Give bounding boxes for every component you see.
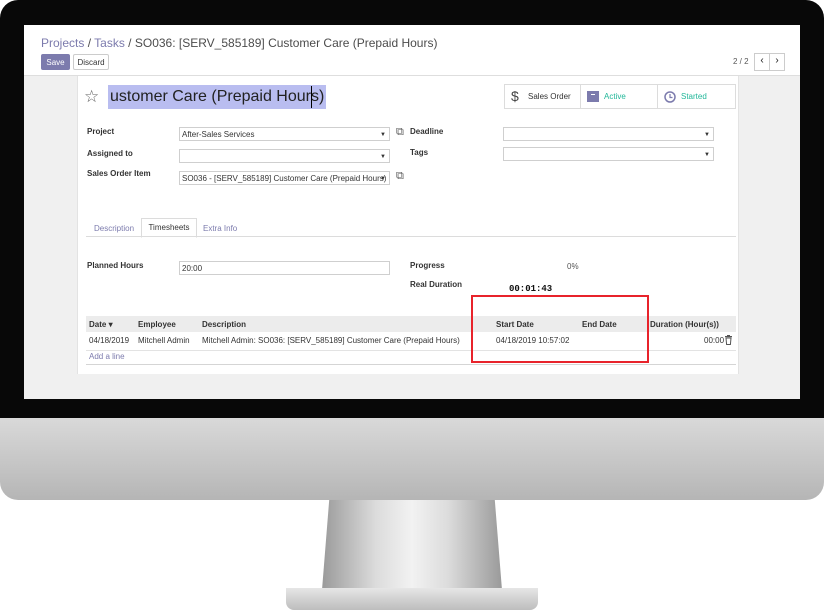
row-date[interactable]: 04/18/2019 [89,336,129,345]
breadcrumb: Projects / Tasks / SO036: [SERV_585189] … [41,36,437,50]
caret-down-icon: ▼ [704,132,710,138]
chevron-right-icon: › [775,55,779,66]
breadcrumb-tasks-link[interactable]: Tasks [94,36,125,50]
pager-next-button[interactable]: › [769,53,785,71]
breadcrumb-current: SO036: [SERV_585189] Customer Care (Prep… [134,36,438,50]
column-header-duration[interactable]: Duration (Hour(s)) [650,320,719,329]
archive-icon [587,91,599,102]
sales-order-button[interactable]: $ Sales Order [504,84,581,109]
real-duration-timer: 00:01:43 [509,284,553,294]
caret-down-icon: ▼ [704,152,710,158]
dollar-icon: $ [511,88,519,104]
star-icon[interactable]: ☆ [84,87,99,107]
row-employee[interactable]: Mitchell Admin [138,336,190,345]
tab-extra-info[interactable]: Extra Info [203,224,237,233]
discard-button[interactable]: Discard [73,54,109,70]
progress-value: 0% [567,262,579,271]
breadcrumb-projects-link[interactable]: Projects [41,36,84,50]
row-description[interactable]: Mitchell Admin: SO036: [SERV_585189] Cus… [202,336,460,345]
monitor-screen: Projects / Tasks / SO036: [SERV_585189] … [24,25,800,399]
save-button[interactable]: Save [41,54,70,70]
breadcrumb-separator: / [84,36,95,50]
monitor-stand-base [286,588,538,610]
active-toggle-button[interactable]: Active [580,84,658,109]
caret-down-icon: ▼ [380,176,386,182]
project-label: Project [87,127,115,136]
caret-down-icon: ▼ [380,154,386,160]
task-title-input[interactable]: ustomer Care (Prepaid Hours) [108,85,327,109]
clock-icon [664,91,676,103]
progress-label: Progress [410,261,445,270]
column-header-employee[interactable]: Employee [138,320,176,329]
sales-order-item-label: Sales Order Item [87,169,151,178]
deadline-input[interactable]: ▼ [503,127,714,141]
table-bottom-divider [86,364,736,365]
external-link-icon[interactable]: ⧉ [396,126,404,139]
assigned-to-label: Assigned to [87,149,133,158]
deadline-label: Deadline [410,127,444,136]
project-select[interactable]: After-Sales Services ▼ [179,127,390,141]
highlight-annotation-box [471,295,649,363]
tab-description[interactable]: Description [94,224,134,233]
chevron-left-icon: ‹ [760,55,764,66]
project-value: After-Sales Services [182,130,255,139]
tab-divider [86,236,736,237]
planned-hours-label: Planned Hours [87,261,144,270]
caret-down-icon: ▼ [380,132,386,138]
breadcrumb-separator: / [124,36,135,50]
sales-order-label: Sales Order [528,92,571,101]
add-a-line-link[interactable]: Add a line [89,352,125,361]
started-stage-button[interactable]: Started [657,84,736,109]
active-label: Active [604,92,626,101]
monitor-stand-neck [322,500,502,590]
planned-hours-input[interactable]: 20:00 [179,261,390,275]
assigned-to-select[interactable]: ▼ [179,149,390,163]
monitor-chin [0,418,824,500]
column-header-description[interactable]: Description [202,320,246,329]
real-duration-label: Real Duration [410,280,463,289]
sales-order-item-value: SO036 - [SERV_585189] Customer Care (Pre… [182,174,387,183]
tab-timesheets[interactable]: Timesheets [141,218,197,238]
text-cursor [311,86,312,108]
row-duration[interactable]: 00:00 [704,336,724,345]
trash-icon[interactable] [724,335,733,345]
pager-previous-button[interactable]: ‹ [754,53,770,71]
column-header-date[interactable]: Date ▾ [89,320,113,329]
pager-value: 2 / 2 [733,57,749,66]
tags-label: Tags [410,148,429,157]
started-label: Started [681,92,707,101]
sales-order-item-select[interactable]: SO036 - [SERV_585189] Customer Care (Pre… [179,171,390,185]
external-link-icon[interactable]: ⧉ [396,170,404,183]
tags-input[interactable]: ▼ [503,147,714,161]
